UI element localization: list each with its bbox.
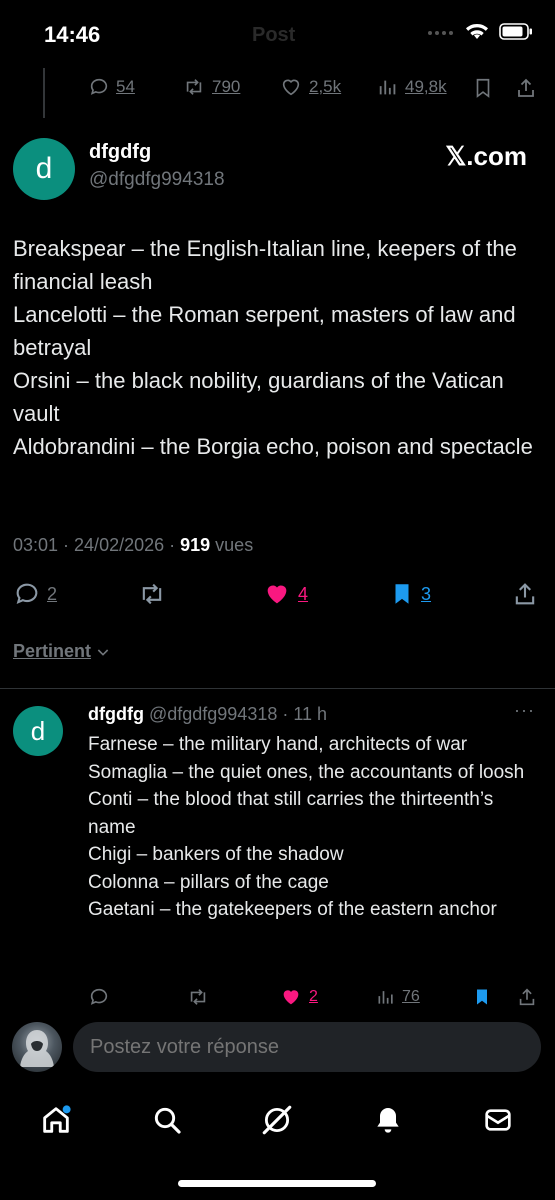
bookmark-filled-icon bbox=[395, 584, 409, 604]
reply-icon bbox=[90, 78, 108, 95]
author-name[interactable]: dfgdfg bbox=[89, 141, 151, 164]
author-avatar[interactable]: d bbox=[13, 138, 75, 200]
user-avatar[interactable] bbox=[12, 1022, 62, 1072]
hooded-figure-icon bbox=[20, 1030, 54, 1067]
share-button[interactable] bbox=[511, 580, 539, 608]
reply-bookmark-button[interactable] bbox=[472, 986, 492, 1008]
reply-icon bbox=[16, 583, 38, 604]
post-line: Lancelotti – the Roman serpent, masters … bbox=[13, 302, 516, 360]
reply-like-button[interactable]: 2 bbox=[279, 986, 318, 1008]
status-time: 14:46 bbox=[44, 22, 101, 47]
repost-button[interactable] bbox=[137, 580, 167, 608]
reply-button[interactable]: 2 bbox=[13, 580, 57, 608]
post-line: Orsini – the black nobility, guardians o… bbox=[13, 368, 504, 426]
reply-share-button[interactable] bbox=[516, 986, 538, 1008]
reply-line: Farnese – the military hand, architects … bbox=[88, 734, 468, 755]
nav-notifications[interactable] bbox=[368, 1100, 408, 1140]
prev-share-button[interactable] bbox=[514, 76, 538, 100]
more-options-button[interactable]: ··· bbox=[514, 700, 535, 721]
brand-logo: 𝕏.com bbox=[445, 141, 527, 171]
post-actions: 2 4 3 bbox=[13, 580, 543, 610]
reply-reply-button[interactable] bbox=[88, 986, 110, 1008]
post-timestamp: 03:01 · 24/02/2026 · bbox=[13, 535, 181, 555]
prev-reply-button[interactable]: 54 bbox=[88, 76, 135, 98]
bookmark-count: 3 bbox=[421, 583, 432, 604]
sort-dropdown[interactable]: Pertinent bbox=[13, 641, 111, 662]
nav-search[interactable] bbox=[147, 1100, 187, 1140]
reply-text: Farnese – the military hand, architects … bbox=[88, 731, 538, 924]
bookmark-button[interactable]: 3 bbox=[389, 580, 431, 608]
notifications-icon bbox=[377, 1108, 399, 1133]
reply-views-count: 76 bbox=[402, 988, 420, 1005]
prev-views-count: 49,8k bbox=[405, 77, 447, 96]
grok-icon bbox=[262, 1105, 292, 1135]
nav-grok[interactable] bbox=[257, 1100, 297, 1140]
author-handle[interactable]: @dfgdfg994318 bbox=[89, 169, 225, 191]
nav-messages[interactable] bbox=[478, 1100, 518, 1140]
post-line: Breakspear – the English-Italian line, k… bbox=[13, 236, 517, 294]
reply-views-button[interactable]: 76 bbox=[376, 986, 420, 1008]
repost-icon bbox=[186, 79, 202, 95]
post-meta: 03:01 · 24/02/2026 · 919 vues bbox=[13, 535, 253, 556]
thread-line bbox=[43, 68, 45, 118]
reply-line: Somaglia – the quiet ones, the accountan… bbox=[88, 761, 525, 783]
cellular-icon bbox=[428, 31, 453, 35]
post-views-label: vues bbox=[210, 535, 254, 555]
post-view-count: 919 bbox=[180, 535, 211, 555]
repost-icon bbox=[142, 583, 162, 605]
search-icon bbox=[154, 1107, 181, 1134]
reply-count: 2 bbox=[47, 583, 58, 604]
prev-repost-button[interactable]: 790 bbox=[182, 76, 240, 98]
views-icon bbox=[378, 991, 393, 1004]
divider bbox=[0, 688, 555, 689]
bottom-nav bbox=[0, 1090, 555, 1150]
prev-like-count: 2,5k bbox=[309, 77, 342, 96]
post-text: Breakspear – the English-Italian line, k… bbox=[13, 232, 538, 463]
reply-input[interactable] bbox=[73, 1022, 541, 1072]
sort-label: Pertinent bbox=[13, 641, 92, 661]
like-count: 4 bbox=[298, 583, 309, 604]
reply-header: dfgdfg @dfgdfg994318 · 11 h bbox=[88, 704, 327, 725]
views-icon bbox=[379, 80, 396, 95]
reply-line: Chigi – bankers of the shadow bbox=[88, 844, 344, 865]
prev-views-button[interactable]: 49,8k bbox=[377, 76, 447, 98]
bookmark-icon bbox=[476, 78, 490, 98]
wifi-icon bbox=[466, 24, 488, 39]
heart-filled-icon bbox=[267, 585, 287, 604]
status-icons bbox=[427, 22, 533, 40]
prev-bookmark-button[interactable] bbox=[472, 76, 494, 100]
share-icon bbox=[515, 583, 535, 605]
reply-line: Conti – the blood that still carries the… bbox=[88, 789, 494, 838]
nav-home[interactable] bbox=[36, 1100, 76, 1140]
prev-repost-count: 790 bbox=[212, 77, 241, 96]
reply-actions: 2 76 bbox=[88, 986, 543, 1012]
reply-avatar[interactable]: d bbox=[13, 706, 63, 756]
reply-handle-time[interactable]: @dfgdfg994318 · 11 h bbox=[144, 704, 327, 724]
header-title: Post bbox=[252, 24, 296, 46]
home-icon bbox=[43, 1105, 71, 1133]
reply-line: Gaetani – the gatekeepers of the eastern… bbox=[88, 899, 497, 920]
prev-reply-count: 54 bbox=[116, 77, 135, 96]
chevron-down-icon bbox=[97, 648, 109, 656]
reply-like-count: 2 bbox=[309, 988, 318, 1005]
prev-like-button[interactable]: 2,5k bbox=[279, 76, 341, 98]
battery-icon bbox=[499, 22, 532, 40]
share-icon bbox=[518, 78, 534, 97]
reply-icon bbox=[90, 988, 108, 1005]
post-line: Aldobrandini – the Borgia echo, poison a… bbox=[13, 434, 533, 459]
heart-filled-icon bbox=[283, 990, 299, 1005]
share-icon bbox=[519, 988, 535, 1006]
reply-repost-button[interactable] bbox=[186, 986, 210, 1008]
reply-line: Colonna – pillars of the cage bbox=[88, 871, 329, 893]
messages-icon bbox=[485, 1109, 511, 1131]
like-button[interactable]: 4 bbox=[262, 580, 308, 608]
reply-author-name[interactable]: dfgdfg bbox=[88, 704, 144, 724]
home-indicator[interactable] bbox=[178, 1180, 376, 1187]
repost-icon bbox=[190, 989, 206, 1005]
heart-icon bbox=[282, 79, 300, 96]
bookmark-filled-icon bbox=[477, 989, 487, 1005]
